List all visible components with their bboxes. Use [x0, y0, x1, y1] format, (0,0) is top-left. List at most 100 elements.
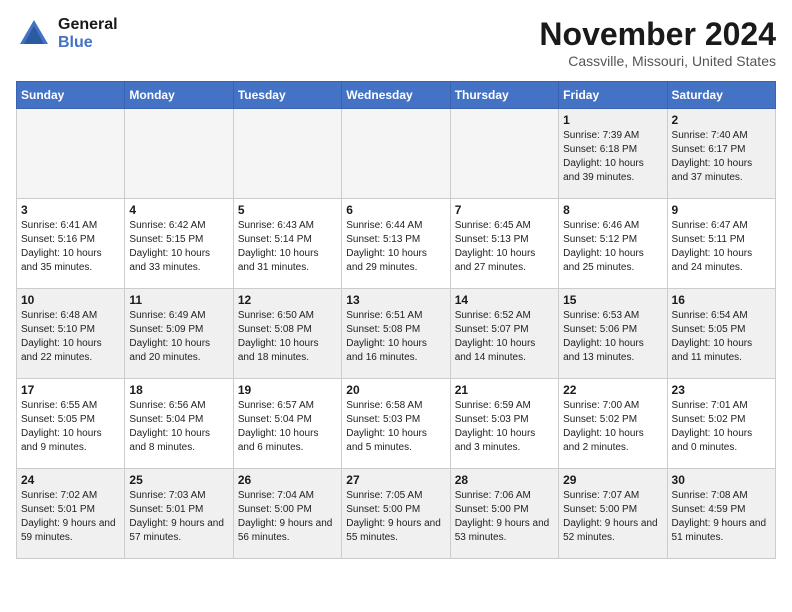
day-number: 17	[21, 383, 120, 397]
calendar-cell: 16 Sunrise: 6:54 AMSunset: 5:05 PMDayligh…	[667, 289, 775, 379]
calendar-cell: 7Sunrise: 6:45 AMSunset: 5:13 PMDaylight…	[450, 199, 558, 289]
calendar-cell: 3 Sunrise: 6:41 AMSunset: 5:16 PMDaylight…	[17, 199, 125, 289]
calendar-cell: 26Sunrise: 7:04 AMSunset: 5:00 PMDayligh…	[233, 469, 341, 559]
day-number: 10	[21, 293, 120, 307]
calendar-week-row: 24 Sunrise: 7:02 AMSunset: 5:01 PMDayligh…	[17, 469, 776, 559]
day-info: Sunrise: 6:57 AMSunset: 5:04 PMDaylight:…	[238, 399, 337, 455]
day-info: Sunrise: 6:47 AMSunset: 5:11 PMDaylight:…	[672, 219, 771, 275]
day-info: Sunrise: 6:52 AMSunset: 5:07 PMDaylight:…	[455, 309, 554, 365]
day-info: Sunrise: 7:08 AMSunset: 4:59 PMDaylight:…	[672, 489, 771, 545]
calendar-cell: 12 Sunrise: 6:50 AMSunset: 5:08 PMDayligh…	[233, 289, 341, 379]
calendar-cell: 17 Sunrise: 6:55 AMSunset: 5:05 PMDayligh…	[17, 379, 125, 469]
month-title: November 2024	[539, 16, 776, 53]
calendar-cell: 5 Sunrise: 6:43 AMSunset: 5:14 PMDaylight…	[233, 199, 341, 289]
weekday-header: Sunday	[17, 82, 125, 109]
weekday-header: Monday	[125, 82, 233, 109]
calendar-cell: 1Sunrise: 7:39 AMSunset: 6:18 PMDaylight…	[559, 109, 667, 199]
header: General Blue November 2024 Cassville, Mi…	[16, 16, 776, 69]
calendar-cell: 2 Sunrise: 7:40 AMSunset: 6:17 PMDaylight…	[667, 109, 775, 199]
day-info: Sunrise: 6:50 AMSunset: 5:08 PMDaylight:…	[238, 309, 337, 365]
calendar-cell: 27 Sunrise: 7:05 AMSunset: 5:00 PMDayligh…	[342, 469, 450, 559]
calendar-cell: 19Sunrise: 6:57 AMSunset: 5:04 PMDayligh…	[233, 379, 341, 469]
day-number: 15	[563, 293, 662, 307]
day-info: Sunrise: 6:59 AMSunset: 5:03 PMDaylight:…	[455, 399, 554, 455]
calendar-cell	[233, 109, 341, 199]
day-info: Sunrise: 6:58 AMSunset: 5:03 PMDaylight:…	[346, 399, 445, 455]
calendar-week-row: 10 Sunrise: 6:48 AMSunset: 5:10 PMDayligh…	[17, 289, 776, 379]
day-info: Sunrise: 7:07 AMSunset: 5:00 PMDaylight:…	[563, 489, 662, 545]
calendar-week-row: 3 Sunrise: 6:41 AMSunset: 5:16 PMDaylight…	[17, 199, 776, 289]
calendar-cell: 25 Sunrise: 7:03 AMSunset: 5:01 PMDayligh…	[125, 469, 233, 559]
day-info: Sunrise: 6:45 AMSunset: 5:13 PMDaylight:…	[455, 219, 554, 275]
weekday-header: Thursday	[450, 82, 558, 109]
day-info: Sunrise: 6:41 AMSunset: 5:16 PMDaylight:…	[21, 219, 120, 275]
calendar-cell: 11 Sunrise: 6:49 AMSunset: 5:09 PMDayligh…	[125, 289, 233, 379]
day-info: Sunrise: 6:42 AMSunset: 5:15 PMDaylight:…	[129, 219, 228, 275]
day-info: Sunrise: 6:55 AMSunset: 5:05 PMDaylight:…	[21, 399, 120, 455]
calendar-cell	[450, 109, 558, 199]
day-info: Sunrise: 6:44 AMSunset: 5:13 PMDaylight:…	[346, 219, 445, 275]
calendar-cell: 24 Sunrise: 7:02 AMSunset: 5:01 PMDayligh…	[17, 469, 125, 559]
logo-text: General Blue	[58, 16, 118, 52]
day-number: 6	[346, 203, 445, 217]
day-number: 5	[238, 203, 337, 217]
calendar-week-row: 17 Sunrise: 6:55 AMSunset: 5:05 PMDayligh…	[17, 379, 776, 469]
day-number: 25	[129, 473, 228, 487]
day-number: 2	[672, 113, 771, 127]
day-info: Sunrise: 7:03 AMSunset: 5:01 PMDaylight:…	[129, 489, 228, 545]
day-number: 20	[346, 383, 445, 397]
day-number: 9	[672, 203, 771, 217]
day-info: Sunrise: 6:43 AMSunset: 5:14 PMDaylight:…	[238, 219, 337, 275]
day-info: Sunrise: 6:49 AMSunset: 5:09 PMDaylight:…	[129, 309, 228, 365]
weekday-header: Friday	[559, 82, 667, 109]
day-number: 24	[21, 473, 120, 487]
day-number: 3	[21, 203, 120, 217]
calendar-cell	[342, 109, 450, 199]
calendar-cell: 30 Sunrise: 7:08 AMSunset: 4:59 PMDayligh…	[667, 469, 775, 559]
calendar-cell: 29 Sunrise: 7:07 AMSunset: 5:00 PMDayligh…	[559, 469, 667, 559]
calendar: SundayMondayTuesdayWednesdayThursdayFrid…	[16, 81, 776, 559]
day-number: 11	[129, 293, 228, 307]
calendar-cell: 14 Sunrise: 6:52 AMSunset: 5:07 PMDayligh…	[450, 289, 558, 379]
calendar-week-row: 1Sunrise: 7:39 AMSunset: 6:18 PMDaylight…	[17, 109, 776, 199]
calendar-cell: 8Sunrise: 6:46 AMSunset: 5:12 PMDaylight…	[559, 199, 667, 289]
day-number: 12	[238, 293, 337, 307]
weekday-header: Saturday	[667, 82, 775, 109]
day-number: 16	[672, 293, 771, 307]
day-info: Sunrise: 6:54 AMSunset: 5:05 PMDaylight:…	[672, 309, 771, 365]
day-number: 22	[563, 383, 662, 397]
day-info: Sunrise: 7:40 AMSunset: 6:17 PMDaylight:…	[672, 129, 771, 185]
day-number: 4	[129, 203, 228, 217]
day-number: 29	[563, 473, 662, 487]
calendar-cell: 10 Sunrise: 6:48 AMSunset: 5:10 PMDayligh…	[17, 289, 125, 379]
day-number: 18	[129, 383, 228, 397]
day-number: 14	[455, 293, 554, 307]
day-info: Sunrise: 6:46 AMSunset: 5:12 PMDaylight:…	[563, 219, 662, 275]
day-number: 28	[455, 473, 554, 487]
day-number: 23	[672, 383, 771, 397]
weekday-header: Tuesday	[233, 82, 341, 109]
calendar-cell: 13Sunrise: 6:51 AMSunset: 5:08 PMDayligh…	[342, 289, 450, 379]
calendar-cell: 9 Sunrise: 6:47 AMSunset: 5:11 PMDaylight…	[667, 199, 775, 289]
location: Cassville, Missouri, United States	[539, 53, 776, 69]
logo: General Blue	[16, 16, 118, 52]
weekday-header: Wednesday	[342, 82, 450, 109]
day-number: 30	[672, 473, 771, 487]
day-info: Sunrise: 6:48 AMSunset: 5:10 PMDaylight:…	[21, 309, 120, 365]
day-info: Sunrise: 7:01 AMSunset: 5:02 PMDaylight:…	[672, 399, 771, 455]
day-info: Sunrise: 7:06 AMSunset: 5:00 PMDaylight:…	[455, 489, 554, 545]
calendar-cell: 6 Sunrise: 6:44 AMSunset: 5:13 PMDaylight…	[342, 199, 450, 289]
calendar-cell: 18 Sunrise: 6:56 AMSunset: 5:04 PMDayligh…	[125, 379, 233, 469]
day-number: 21	[455, 383, 554, 397]
day-info: Sunrise: 7:00 AMSunset: 5:02 PMDaylight:…	[563, 399, 662, 455]
day-info: Sunrise: 7:39 AMSunset: 6:18 PMDaylight:…	[563, 129, 662, 185]
day-info: Sunrise: 6:56 AMSunset: 5:04 PMDaylight:…	[129, 399, 228, 455]
day-info: Sunrise: 7:05 AMSunset: 5:00 PMDaylight:…	[346, 489, 445, 545]
calendar-cell: 22 Sunrise: 7:00 AMSunset: 5:02 PMDayligh…	[559, 379, 667, 469]
day-number: 27	[346, 473, 445, 487]
day-number: 26	[238, 473, 337, 487]
logo-icon	[16, 16, 52, 52]
day-number: 13	[346, 293, 445, 307]
day-info: Sunrise: 7:02 AMSunset: 5:01 PMDaylight:…	[21, 489, 120, 545]
calendar-cell	[125, 109, 233, 199]
